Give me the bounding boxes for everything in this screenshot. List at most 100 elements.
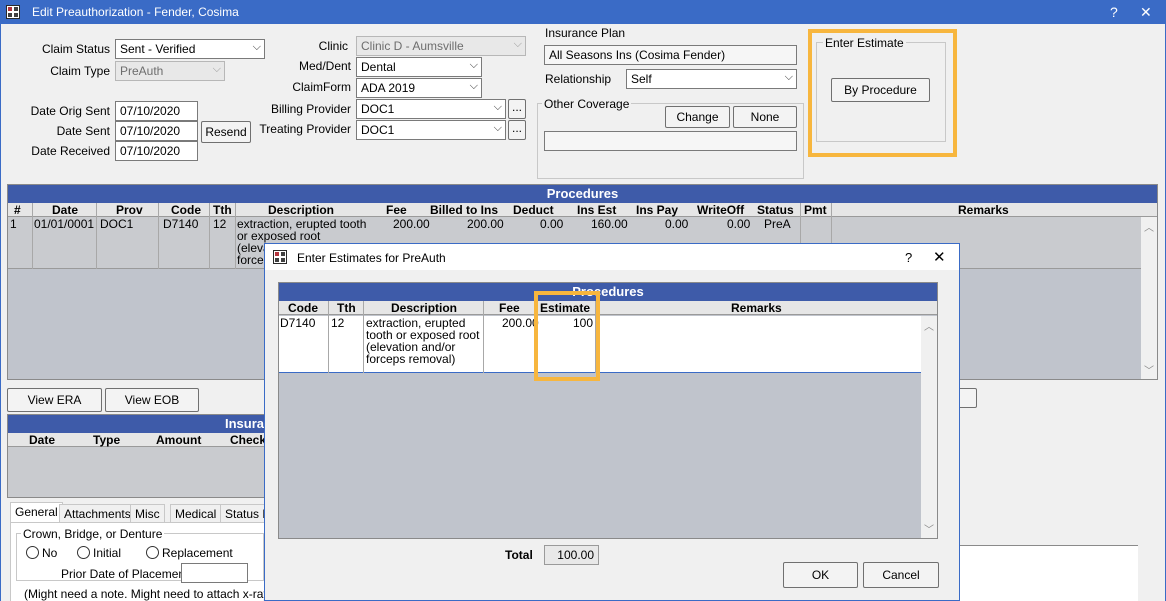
relationship-combo[interactable]: Self ⌵ (626, 69, 797, 89)
billing-provider-label: Billing Provider (270, 102, 351, 116)
insurance-plan-label: Insurance Plan (545, 26, 626, 40)
treating-provider-combo[interactable]: DOC1 ⌵ (356, 120, 506, 140)
procedures-header: # Date Prov Code Tth Description Fee Bil… (8, 203, 1157, 217)
date-received-field[interactable]: 07/10/2020 (115, 141, 198, 161)
col-ins-type: Type (93, 433, 121, 447)
tab-medical[interactable]: Medical (170, 504, 222, 523)
grid-line (328, 301, 329, 373)
grid-line (363, 301, 364, 373)
help-icon[interactable]: ? (905, 250, 912, 265)
insurance-plan-field: All Seasons Ins (Cosima Fender) (544, 45, 797, 65)
col-description: Description (268, 203, 335, 217)
radio-initial[interactable] (77, 546, 90, 559)
relationship-label: Relationship (545, 72, 612, 86)
dialog-scrollbar[interactable]: ︿ ﹀ (921, 316, 937, 538)
col-num: # (14, 203, 21, 217)
cell-fee: 200.00 (393, 217, 430, 231)
col-fee: Fee (499, 301, 520, 315)
help-icon[interactable]: ? (1110, 4, 1118, 20)
cell-ins-pay: 0.00 (665, 217, 689, 231)
clinic-combo: Clinic D - Aumsville ⌵ (356, 36, 526, 56)
col-code: Code (288, 301, 318, 315)
claim-type-label: Claim Type (50, 64, 110, 78)
col-code: Code (171, 203, 201, 217)
cell-date: 01/01/0001 (34, 217, 95, 231)
chevron-down-icon[interactable]: ﹀ (924, 521, 934, 536)
dialog-procedures-header: Code Tth Description Fee Estimate Remark… (279, 301, 937, 315)
tab-attachments[interactable]: Attachments (59, 504, 136, 523)
chevron-down-icon: ⌵ (784, 71, 793, 83)
grid-line (483, 301, 484, 373)
insurance-payments-title: Insura (8, 415, 266, 433)
claim-form-combo[interactable]: ADA 2019 ⌵ (356, 78, 482, 98)
chevron-up-icon[interactable]: ︿ (1144, 219, 1154, 234)
clinic-label: Clinic (318, 39, 348, 53)
close-icon[interactable]: ✕ (1140, 4, 1152, 21)
chevron-up-icon[interactable]: ︿ (924, 318, 934, 333)
chevron-down-icon: ⌵ (493, 101, 502, 113)
other-coverage-field (544, 131, 797, 151)
hidden-button[interactable] (958, 388, 977, 408)
lower-right-panel (960, 545, 1138, 601)
resend-button[interactable]: Resend (201, 121, 251, 143)
cell-ins-est: 160.00 (591, 217, 628, 231)
tab-misc[interactable]: Misc (130, 504, 165, 523)
app-icon (273, 250, 287, 264)
cell-code: D7140 (163, 217, 199, 231)
col-deduct: Deduct (513, 203, 554, 217)
chevron-down-icon: ⌵ (469, 80, 478, 92)
radio-no[interactable] (26, 546, 39, 559)
col-billed: Billed to Ins (430, 203, 499, 217)
col-tth: Tth (337, 301, 356, 315)
med-dent-combo[interactable]: Dental ⌵ (356, 57, 482, 77)
tab-general[interactable]: General (10, 502, 63, 523)
cell-tth: 12 (213, 217, 227, 231)
enter-estimates-dialog: Enter Estimates for PreAuth ? ✕ Procedur… (264, 243, 960, 601)
other-coverage-label: Other Coverage (542, 97, 632, 111)
view-era-button[interactable]: View ERA (7, 388, 102, 412)
col-description: Description (391, 301, 458, 315)
billing-provider-pick-button[interactable]: ... (508, 99, 526, 119)
radio-no-label: No (42, 546, 58, 560)
chevron-down-icon: ⌵ (252, 41, 261, 53)
ok-button[interactable]: OK (783, 562, 858, 588)
col-fee: Fee (386, 203, 407, 217)
estimate-column-highlight (534, 291, 600, 381)
claim-type-combo: PreAuth ⌵ (115, 61, 225, 81)
app-icon (6, 5, 20, 19)
date-orig-sent-field[interactable]: 07/10/2020 (115, 101, 198, 121)
radio-initial-label: Initial (93, 546, 122, 560)
med-dent-label: Med/Dent (298, 59, 351, 73)
col-writeoff: WriteOff (697, 203, 745, 217)
close-icon[interactable]: ✕ (933, 248, 946, 266)
chevron-down-icon: ⌵ (513, 38, 522, 50)
view-eob-button[interactable]: View EOB (105, 388, 199, 412)
chevron-down-icon: ⌵ (493, 122, 502, 134)
cell-num: 1 (10, 217, 17, 231)
none-button[interactable]: None (733, 106, 797, 128)
col-remarks: Remarks (958, 203, 1009, 217)
billing-provider-combo[interactable]: DOC1 ⌵ (356, 99, 506, 119)
prior-date-field[interactable] (181, 563, 248, 583)
col-remarks: Remarks (731, 301, 782, 315)
radio-replacement[interactable] (146, 546, 159, 559)
treating-provider-pick-button[interactable]: ... (508, 120, 526, 140)
cell-desc-4: forceps removal) (366, 352, 456, 366)
window-titlebar: Edit Preauthorization - Fender, Cosima ?… (0, 0, 1166, 24)
dialog-title: Enter Estimates for PreAuth (297, 251, 446, 265)
col-ins-date: Date (29, 433, 56, 447)
dialog-procedures-title: Procedures (279, 283, 937, 301)
grid-line (158, 203, 159, 269)
col-ins-amount: Amount (156, 433, 202, 447)
radio-replacement-label: Replacement (162, 546, 233, 560)
chevron-down-icon[interactable]: ﹀ (1144, 362, 1154, 377)
cancel-button[interactable]: Cancel (863, 562, 939, 588)
table-row[interactable]: D7140 12 extraction, erupted tooth or ex… (279, 316, 921, 373)
chevron-down-icon: ⌵ (212, 63, 221, 75)
col-status: Status (757, 203, 794, 217)
claim-status-combo[interactable]: Sent - Verified ⌵ (115, 39, 265, 59)
procedures-scrollbar[interactable]: ︿ ﹀ (1141, 217, 1157, 379)
date-sent-field[interactable]: 07/10/2020 (115, 121, 198, 141)
insurance-payments-header: Date Type Amount Check (8, 433, 266, 447)
change-button[interactable]: Change (665, 106, 730, 128)
